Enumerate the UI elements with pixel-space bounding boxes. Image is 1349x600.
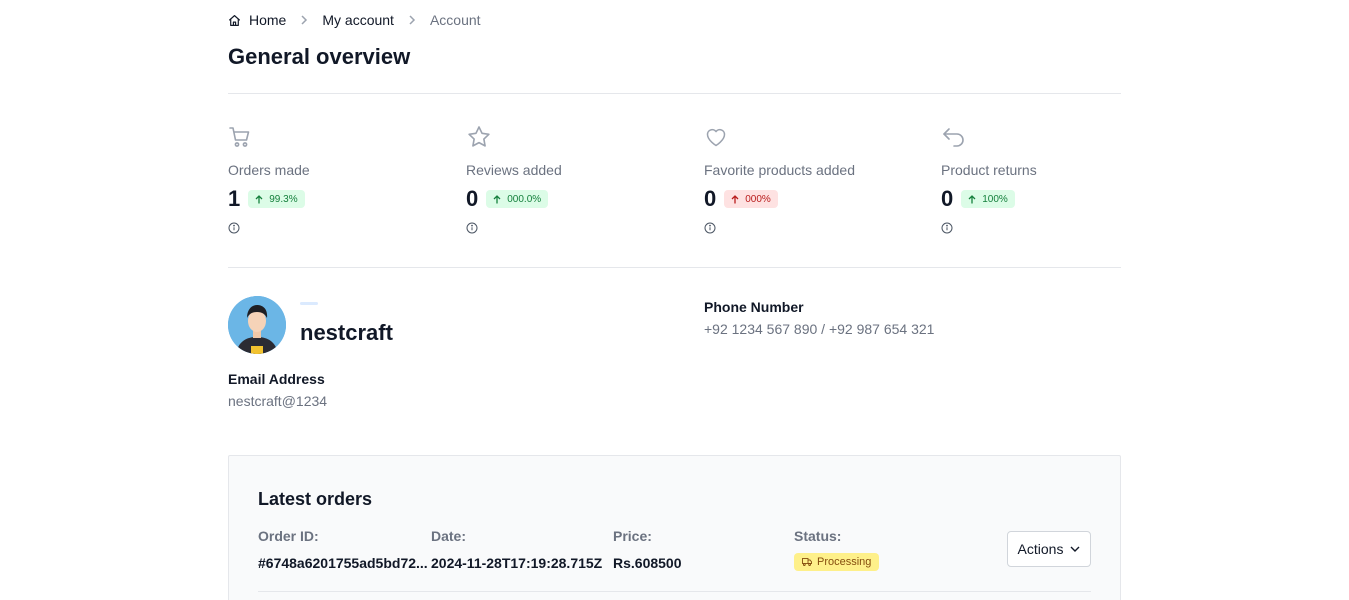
home-icon — [228, 14, 241, 27]
avatar-status-indicator — [300, 302, 318, 305]
divider — [228, 267, 1121, 268]
breadcrumb-current-account: Account — [429, 12, 481, 28]
orders-title: Latest orders — [258, 489, 373, 509]
email-value: nestcraft@1234 — [228, 393, 328, 409]
chevron-down-icon — [1070, 546, 1080, 552]
trend-value: 100% — [982, 193, 1008, 205]
info-icon[interactable] — [228, 222, 448, 234]
order-date-label: Date: — [431, 528, 467, 544]
order-id-value: #6748a6201755ad5bd72... — [258, 555, 428, 571]
arrow-up-icon — [255, 194, 263, 203]
info-icon[interactable] — [466, 222, 686, 234]
stat-favorite-products-added: Favorite products added 0 000% — [704, 124, 924, 234]
breadcrumb-my-account-link[interactable]: My account — [322, 12, 394, 28]
trend-badge: 000% — [724, 190, 778, 208]
return-icon — [941, 124, 1161, 150]
trend-badge: 100% — [961, 190, 1015, 208]
arrow-up-icon — [731, 194, 739, 203]
order-price-label: Price: — [613, 528, 652, 544]
trend-value: 000% — [745, 193, 771, 205]
page-title: General overview — [228, 44, 411, 69]
info-icon[interactable] — [941, 222, 1161, 234]
order-date-column: Date: 2024-11-28T17:19:28.715Z — [431, 528, 602, 571]
truck-icon — [802, 558, 812, 566]
breadcrumb-home-link[interactable]: Home — [228, 12, 286, 28]
phone-value: +92 1234 567 890 / +92 987 654 321 — [704, 321, 935, 337]
order-id-label: Order ID: — [258, 528, 319, 544]
heart-icon — [704, 124, 924, 150]
chevron-right-icon — [407, 15, 417, 25]
avatar — [228, 296, 286, 354]
stat-value: 0 — [704, 186, 717, 211]
star-icon — [466, 124, 686, 150]
breadcrumb: Home My account Account — [228, 11, 481, 29]
stat-value: 1 — [228, 186, 241, 211]
order-status-label: Status: — [794, 528, 842, 544]
trend-badge: 000.0% — [486, 190, 549, 208]
arrow-up-icon — [493, 194, 501, 203]
status-badge: Processing — [794, 553, 880, 571]
divider — [258, 591, 1091, 592]
phone-label: Phone Number — [704, 299, 804, 315]
actions-dropdown-button[interactable]: Actions — [1007, 531, 1091, 567]
trend-value: 000.0% — [507, 193, 542, 205]
trend-value: 99.3% — [269, 193, 298, 205]
order-id-column: Order ID: #6748a6201755ad5bd72... — [258, 528, 428, 571]
stat-label: Reviews added — [466, 162, 562, 178]
chevron-right-icon — [299, 15, 309, 25]
stat-value: 0 — [466, 186, 479, 211]
breadcrumb-home-label: Home — [249, 12, 287, 28]
status-text: Processing — [817, 556, 872, 568]
arrow-up-icon — [968, 194, 976, 203]
trend-badge: 99.3% — [248, 190, 305, 208]
info-icon[interactable] — [704, 222, 924, 234]
order-price-column: Price: Rs.608500 — [613, 528, 682, 571]
stat-label: Orders made — [228, 162, 310, 178]
cart-icon — [228, 124, 448, 150]
stat-reviews-added: Reviews added 0 000.0% — [466, 124, 686, 234]
actions-label: Actions — [1017, 541, 1064, 557]
stat-product-returns: Product returns 0 100% — [941, 124, 1161, 234]
username: nestcraft — [300, 320, 393, 345]
order-date-value: 2024-11-28T17:19:28.715Z — [431, 555, 603, 571]
stat-value: 0 — [941, 186, 954, 211]
stat-label: Favorite products added — [704, 162, 855, 178]
latest-orders-panel: Latest orders Order ID: #6748a6201755ad5… — [228, 455, 1121, 600]
stat-orders-made: Orders made 1 99.3% — [228, 124, 448, 234]
email-label: Email Address — [228, 371, 325, 387]
order-price-value: Rs.608500 — [613, 555, 682, 571]
stat-label: Product returns — [941, 162, 1037, 178]
order-status-column: Status: Processing — [794, 528, 880, 571]
divider — [228, 93, 1121, 94]
